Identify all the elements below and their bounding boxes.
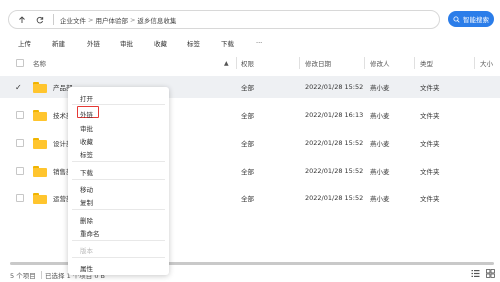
row-modifier: 燕小麦 — [370, 195, 390, 203]
folder-icon — [33, 109, 47, 121]
menu-divider — [72, 104, 165, 105]
row-modified: 2022/01/28 15:52 — [305, 139, 364, 147]
sort-up-icon[interactable]: ▲ — [224, 60, 229, 67]
menu-divider — [72, 179, 165, 180]
grid-view-icon[interactable] — [486, 269, 495, 278]
menu-item-move[interactable]: 移动 — [80, 184, 93, 194]
list-view-icon[interactable] — [471, 269, 480, 278]
row-type: 文件夹 — [420, 84, 440, 92]
column-divider — [236, 57, 237, 69]
folder-icon — [33, 81, 47, 93]
upload-button[interactable]: 上传 — [18, 38, 31, 48]
row-modified: 2022/01/28 15:52 — [305, 167, 364, 175]
toolbar: 上传 新建 外链 审批 收藏 标签 下载 ··· — [0, 36, 500, 50]
row-checkbox[interactable] — [16, 167, 24, 175]
menu-item-open[interactable]: 打开 — [80, 93, 93, 103]
favorite-button[interactable]: 收藏 — [154, 38, 167, 48]
row-type: 文件夹 — [420, 168, 440, 176]
row-permission: 全部 — [241, 112, 254, 120]
breadcrumb-item[interactable]: 企业文件 — [60, 15, 86, 25]
row-modified: 2022/01/28 16:13 — [305, 111, 364, 119]
row-modifier: 燕小麦 — [370, 112, 390, 120]
menu-item-rename[interactable]: 重命名 — [80, 228, 100, 238]
menu-divider — [72, 209, 165, 210]
refresh-icon[interactable] — [33, 13, 47, 27]
row-modified: 2022/01/28 15:52 — [305, 83, 364, 91]
table-header: 名称 ▲ 权限 修改日期 修改人 类型 大小 — [0, 55, 500, 71]
menu-item-copy[interactable]: 复制 — [80, 197, 93, 207]
address-bar[interactable]: 企业文件 > 用户体验部 > 返乡信息收集 — [8, 10, 440, 29]
column-divider — [364, 57, 365, 69]
select-all-checkbox[interactable] — [16, 59, 24, 67]
column-type[interactable]: 类型 — [420, 58, 433, 68]
column-permission[interactable]: 权限 — [241, 58, 254, 68]
column-divider — [474, 57, 475, 69]
row-permission: 全部 — [241, 84, 254, 92]
checkmark-icon[interactable]: ✓ — [15, 83, 22, 92]
folder-icon — [33, 165, 47, 177]
menu-divider — [72, 240, 165, 241]
context-menu: 打开 外链 审批 收藏 标签 下载 移动 复制 删除 重命名 版本 属性 — [68, 87, 169, 275]
row-permission: 全部 — [241, 195, 254, 203]
menu-item-favorite[interactable]: 收藏 — [80, 136, 93, 146]
menu-item-properties[interactable]: 属性 — [80, 263, 93, 273]
row-modifier: 燕小麦 — [370, 168, 390, 176]
row-type: 文件夹 — [420, 140, 440, 148]
breadcrumb-item[interactable]: 用户体验部 — [95, 15, 128, 25]
status-divider — [41, 271, 42, 279]
tag-button[interactable]: 标签 — [187, 38, 200, 48]
item-count: 5 个项目 — [10, 272, 36, 280]
column-name[interactable]: 名称 — [33, 58, 46, 68]
menu-item-approve[interactable]: 审批 — [80, 123, 93, 133]
column-modified[interactable]: 修改日期 — [305, 58, 331, 68]
link-button[interactable]: 外链 — [87, 38, 100, 48]
column-divider — [299, 57, 300, 69]
row-type: 文件夹 — [420, 112, 440, 120]
menu-item-version: 版本 — [80, 247, 93, 255]
arrow-up-icon[interactable] — [15, 13, 29, 27]
new-button[interactable]: 新建 — [52, 38, 65, 48]
column-size[interactable]: 大小 — [480, 58, 493, 68]
search-icon — [453, 15, 460, 23]
row-type: 文件夹 — [420, 195, 440, 203]
menu-item-tag[interactable]: 标签 — [80, 149, 93, 159]
menu-divider — [72, 257, 165, 258]
approve-button[interactable]: 审批 — [120, 38, 133, 48]
row-checkbox[interactable] — [16, 194, 24, 202]
menu-item-delete[interactable]: 删除 — [80, 215, 93, 225]
menu-divider — [72, 161, 165, 162]
menu-item-download[interactable]: 下载 — [80, 167, 93, 177]
folder-icon — [33, 192, 47, 204]
row-permission: 全部 — [241, 140, 254, 148]
address-divider — [53, 14, 54, 25]
row-modifier: 燕小麦 — [370, 84, 390, 92]
smart-search-label: 智能搜索 — [463, 16, 489, 24]
breadcrumb-separator: > — [88, 15, 94, 24]
row-checkbox[interactable] — [16, 139, 24, 147]
row-modifier: 燕小麦 — [370, 140, 390, 148]
column-divider — [414, 57, 415, 69]
row-checkbox[interactable] — [16, 111, 24, 119]
folder-icon — [33, 137, 47, 149]
breadcrumb-item[interactable]: 返乡信息收集 — [137, 15, 176, 25]
menu-item-link[interactable]: 外链 — [80, 109, 93, 119]
row-modified: 2022/01/28 15:52 — [305, 194, 364, 202]
column-modifier[interactable]: 修改人 — [370, 58, 390, 68]
row-permission: 全部 — [241, 168, 254, 176]
smart-search-button[interactable]: 智能搜索 — [448, 11, 494, 27]
download-button[interactable]: 下载 — [221, 38, 234, 48]
more-button[interactable]: ··· — [256, 39, 262, 47]
breadcrumb-separator: > — [129, 15, 136, 24]
